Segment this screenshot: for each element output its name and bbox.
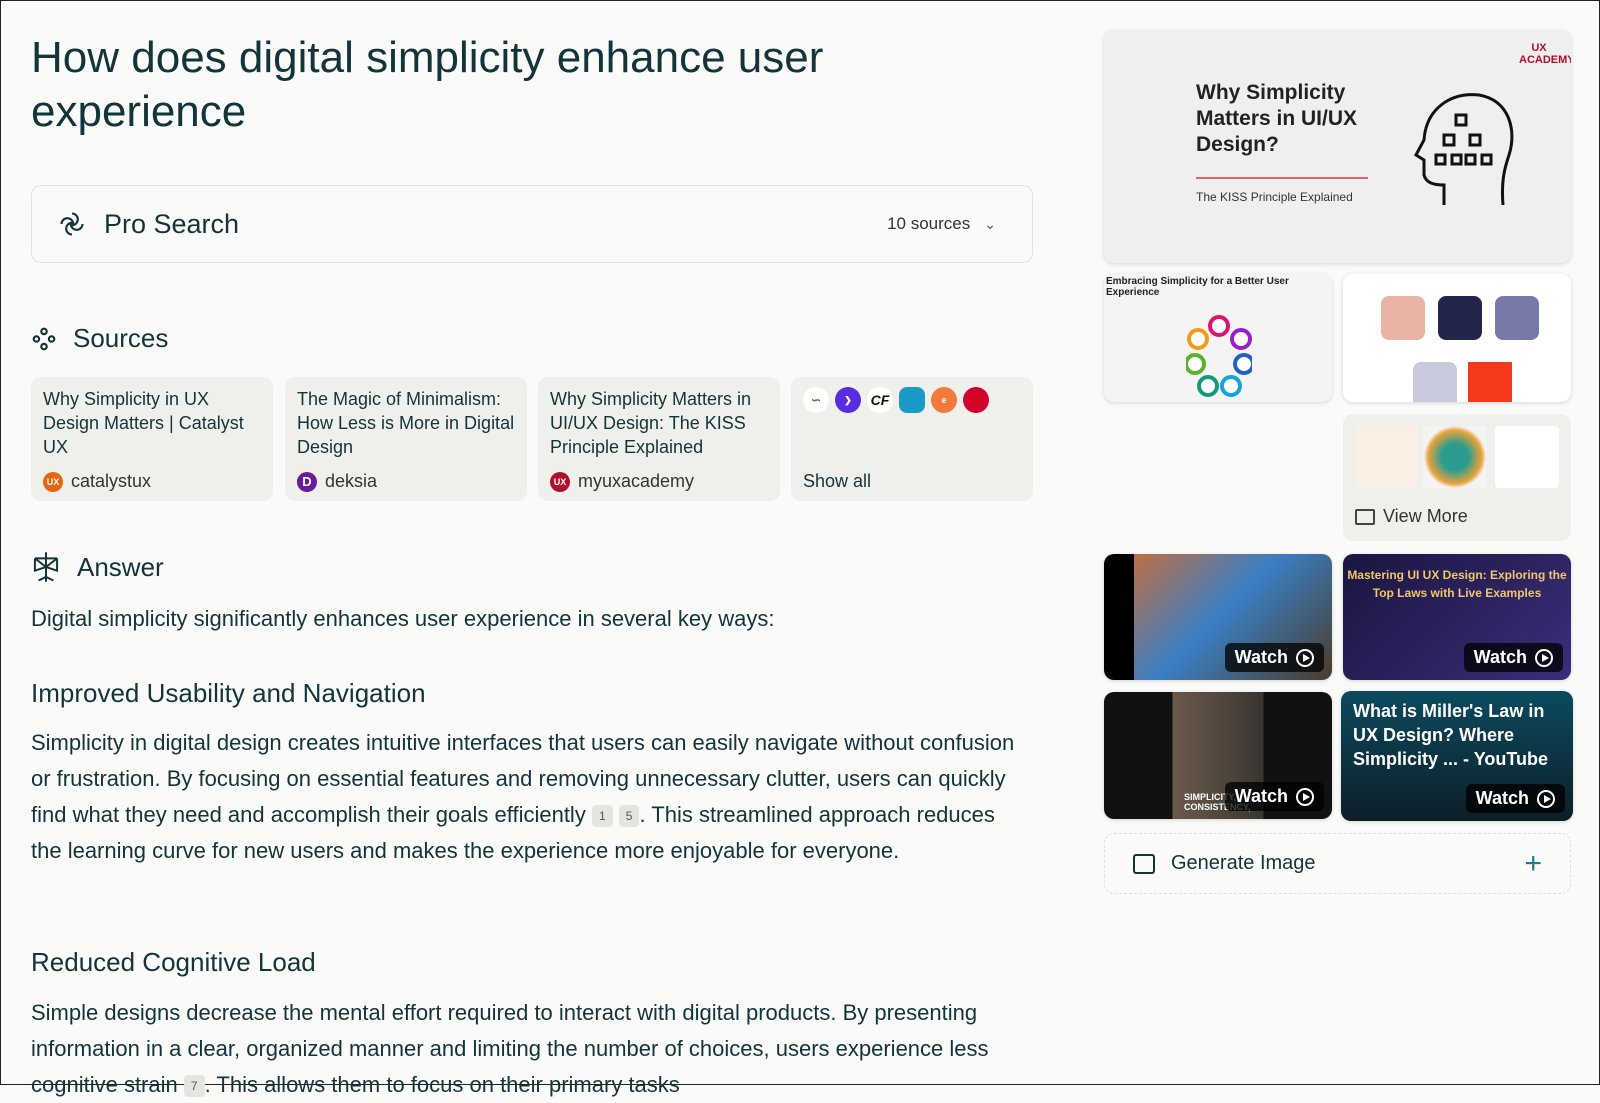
image-gallery-icon <box>1355 508 1375 525</box>
source-favicons: ∽ ❯ CF e <box>803 387 1021 463</box>
answer-logo-icon <box>33 552 59 582</box>
video-thumbnail[interactable]: SIMPLICITY, CONSISTENCY, Watch <box>1104 692 1332 819</box>
video-thumbnail[interactable]: Mastering UI UX Design: Exploring the To… <box>1343 554 1571 680</box>
video-thumbnail[interactable]: What is Miller's Law in UX Design? Where… <box>1341 691 1573 821</box>
watch-button[interactable]: Watch <box>1465 784 1565 813</box>
page-title: How does digital simplicity enhance user… <box>31 33 824 136</box>
pro-search-icon <box>60 212 84 236</box>
video-thumbnail[interactable]: Watch <box>1104 554 1332 680</box>
ux-academy-logo: UX ACADEMY <box>1519 42 1571 66</box>
sources-count[interactable]: 10 sources <box>887 214 970 234</box>
play-icon <box>1535 648 1553 667</box>
section-paragraph: Simple designs decrease the mental effor… <box>31 1000 989 1098</box>
image-embracing-simplicity[interactable]: Embracing Simplicity for a Better User E… <box>1104 274 1332 402</box>
plus-icon[interactable]: + <box>1524 847 1542 881</box>
view-more-card[interactable]: View More <box>1343 414 1571 541</box>
diagram-thumbnail <box>1186 315 1252 397</box>
show-all-link[interactable]: Show all <box>803 471 1021 492</box>
play-icon <box>1537 789 1555 808</box>
source-card[interactable]: Why Simplicity Matters in UI/UX Design: … <box>538 377 780 501</box>
citation-badge[interactable]: 1 <box>591 805 613 828</box>
deksia-favicon: D <box>297 471 317 492</box>
watch-button[interactable]: Watch <box>1463 643 1563 672</box>
pro-search-label: Pro Search <box>104 208 240 239</box>
citation-badge[interactable]: 7 <box>183 1075 205 1098</box>
generate-image-button[interactable]: Generate Image + <box>1104 833 1571 894</box>
main-image[interactable]: Why Simplicity Matters in UI/UX Design? … <box>1104 30 1571 263</box>
source-card[interactable]: Why Simplicity in UX Design Matters | Ca… <box>31 377 273 501</box>
answer-intro: Digital simplicity significantly enhance… <box>31 606 775 631</box>
play-icon <box>1296 787 1314 806</box>
section-heading: Improved Usability and Navigation <box>31 678 426 708</box>
myuxacademy-favicon: UX <box>550 471 570 492</box>
sources-heading: Sources <box>31 323 168 354</box>
pro-search-panel[interactable]: Pro Search 10 sources ⌄ <box>31 185 1033 263</box>
head-hierarchy-icon <box>1414 93 1514 206</box>
watch-button[interactable]: Watch <box>1224 643 1324 672</box>
generate-image-icon <box>1133 853 1155 874</box>
answer-heading: Answer <box>31 551 164 583</box>
citation-badge[interactable]: 5 <box>618 805 640 828</box>
watch-button[interactable]: Watch <box>1224 782 1324 811</box>
image-numbered-principles[interactable] <box>1343 274 1571 402</box>
chevron-down-icon[interactable]: ⌄ <box>984 216 996 233</box>
catalystux-favicon: UX <box>43 471 63 492</box>
source-card[interactable]: The Magic of Minimalism: How Less is Mor… <box>285 377 527 501</box>
sources-icon <box>32 327 56 350</box>
show-all-card[interactable]: ∽ ❯ CF e Show all <box>791 377 1033 501</box>
play-icon <box>1296 648 1314 667</box>
section-heading: Reduced Cognitive Load <box>31 947 316 977</box>
section-paragraph: Simplicity in digital design creates int… <box>31 730 1015 863</box>
